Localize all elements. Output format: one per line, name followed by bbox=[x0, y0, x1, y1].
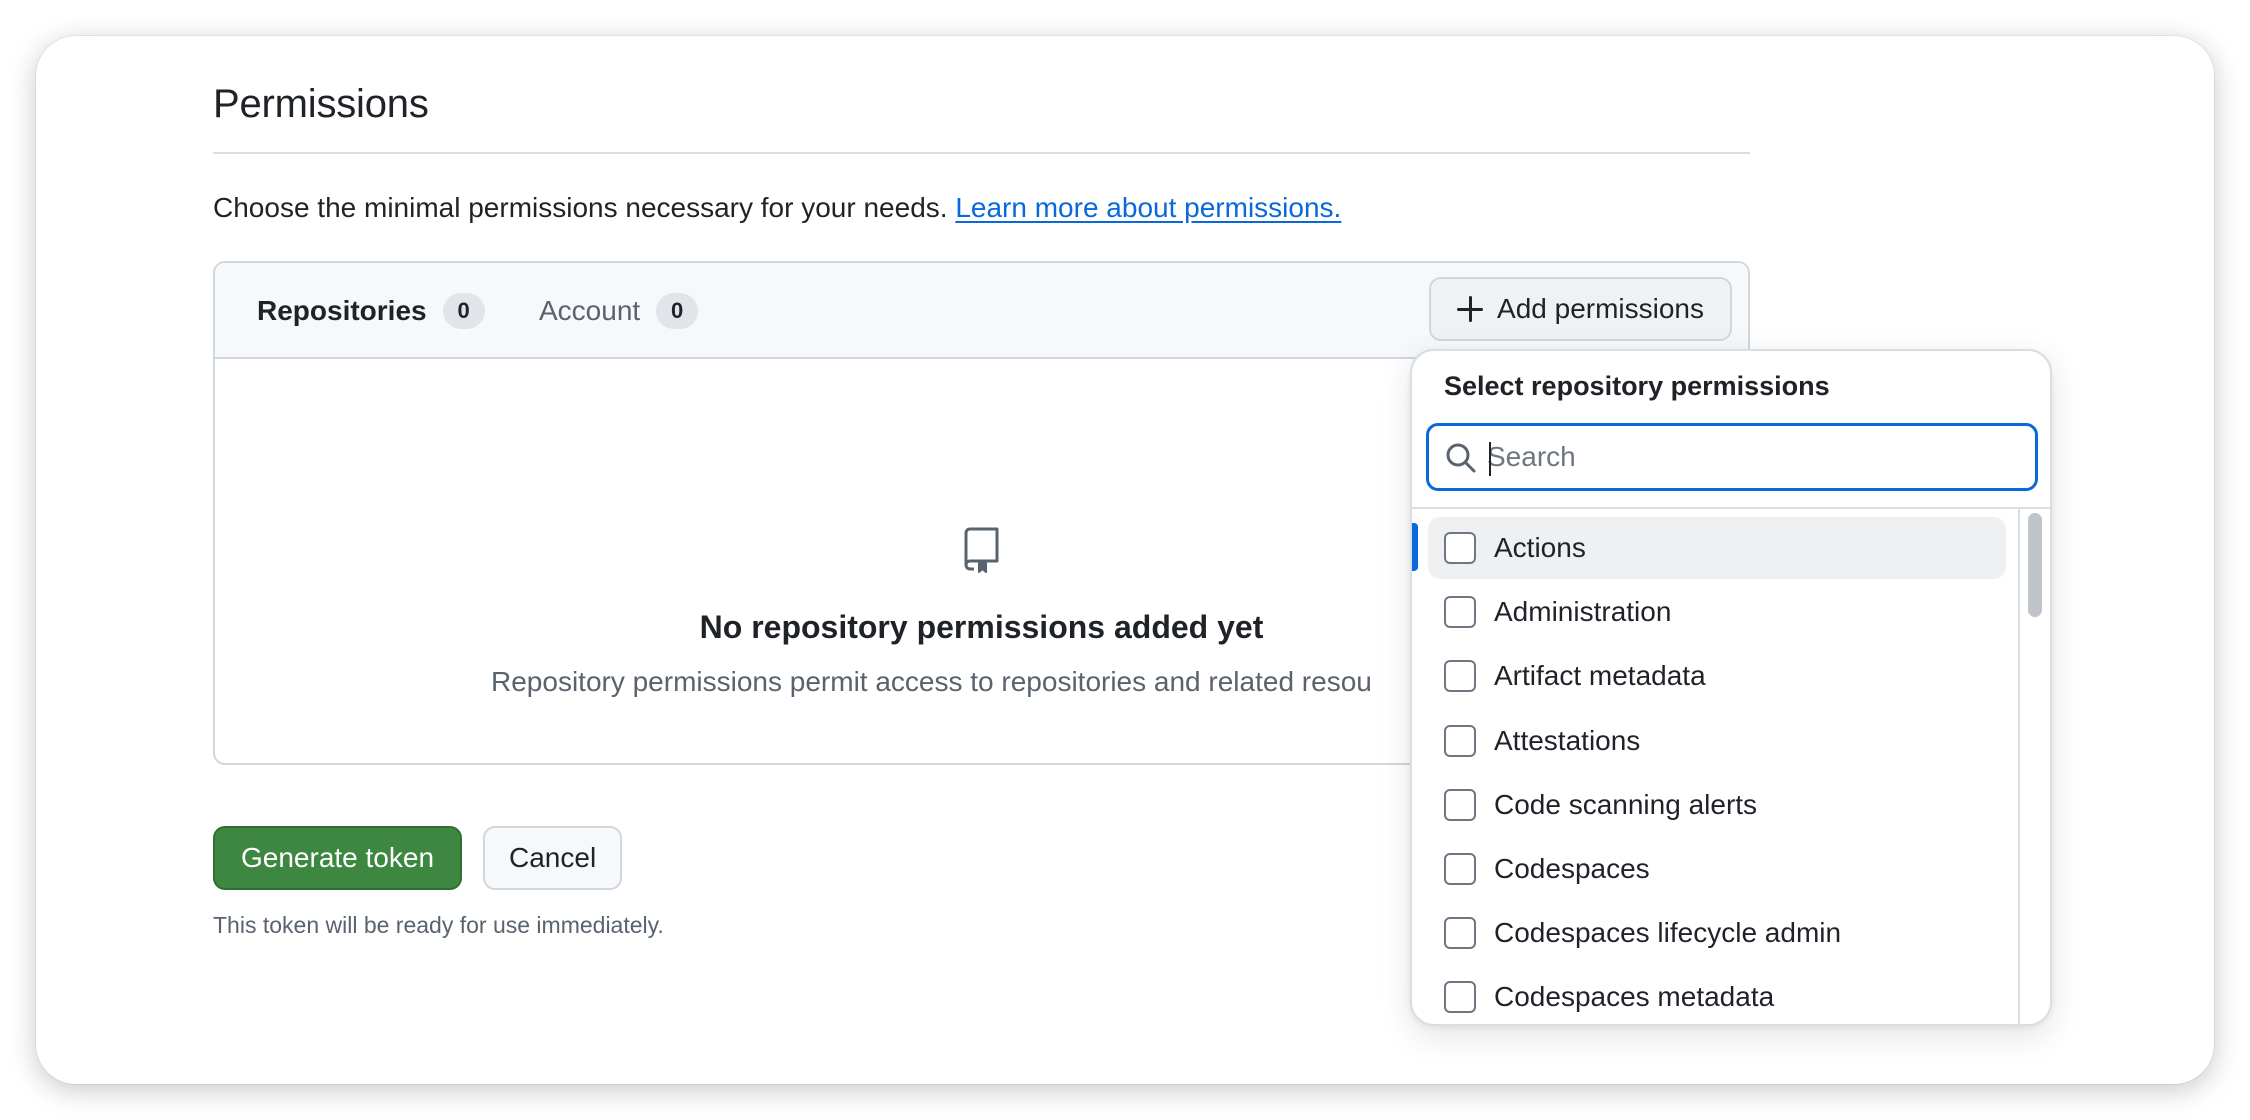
permission-option-label: Artifact metadata bbox=[1494, 660, 1706, 692]
permission-option[interactable]: Attestations bbox=[1428, 710, 2006, 772]
cancel-button[interactable]: Cancel bbox=[483, 826, 623, 890]
repo-icon bbox=[964, 527, 999, 573]
checkbox[interactable] bbox=[1444, 981, 1476, 1014]
permission-option[interactable]: Code scanning alerts bbox=[1428, 774, 2006, 836]
plus-icon bbox=[1457, 296, 1484, 322]
section-title: Permissions bbox=[213, 82, 429, 126]
checkbox[interactable] bbox=[1444, 788, 1476, 821]
checkbox[interactable] bbox=[1444, 660, 1476, 693]
repository-permissions-dropdown: Select repository permissions Actions Adm… bbox=[1410, 349, 2052, 1026]
permission-option-label: Codespaces bbox=[1494, 853, 1650, 884]
token-hint: This token will be ready for use immedia… bbox=[213, 912, 664, 938]
tab-repositories[interactable]: Repositories 0 bbox=[257, 263, 485, 359]
dropdown-title: Select repository permissions bbox=[1444, 371, 1830, 401]
add-permissions-button[interactable]: Add permissions bbox=[1429, 277, 1732, 341]
search-icon bbox=[1446, 443, 1476, 473]
generate-token-button[interactable]: Generate token bbox=[213, 826, 463, 890]
tab-account[interactable]: Account 0 bbox=[539, 263, 699, 359]
permission-option-label: Administration bbox=[1494, 596, 1672, 628]
tab-repositories-label: Repositories bbox=[257, 295, 427, 326]
permissions-tabs: Repositories 0 Account 0 Add permissions bbox=[215, 263, 1748, 359]
checkbox[interactable] bbox=[1444, 853, 1476, 885]
learn-more-link[interactable]: Learn more about permissions. bbox=[955, 192, 1341, 223]
app-window: Permissions Choose the minimal permissio… bbox=[36, 36, 2214, 1084]
search-field[interactable] bbox=[1426, 423, 2038, 491]
checkbox[interactable] bbox=[1444, 917, 1476, 950]
add-permissions-label: Add permissions bbox=[1497, 293, 1704, 324]
empty-state-description: Repository permissions permit access to … bbox=[491, 666, 1372, 697]
tab-account-label: Account bbox=[539, 295, 641, 326]
section-divider bbox=[213, 152, 1750, 154]
account-counter: 0 bbox=[656, 293, 699, 329]
checkbox[interactable] bbox=[1444, 532, 1476, 564]
description-text: Choose the minimal permissions necessary… bbox=[213, 192, 948, 223]
permission-option-label: Codespaces lifecycle admin bbox=[1494, 917, 1842, 949]
permission-option-label: Actions bbox=[1494, 532, 1586, 563]
permission-option[interactable]: Administration bbox=[1428, 581, 2006, 643]
search-input[interactable] bbox=[1487, 434, 2017, 480]
section-description: Choose the minimal permissions necessary… bbox=[213, 192, 1341, 224]
permission-option[interactable]: Codespaces bbox=[1428, 838, 2006, 900]
permission-option-label: Code scanning alerts bbox=[1494, 788, 1758, 820]
checkbox[interactable] bbox=[1444, 724, 1476, 757]
permission-option[interactable]: Codespaces metadata bbox=[1428, 966, 2006, 1024]
permission-option[interactable]: Artifact metadata bbox=[1428, 645, 2006, 707]
permission-option-label: Attestations bbox=[1494, 724, 1641, 756]
permissions-list: Actions Administration Artifact metadata At… bbox=[1412, 509, 2022, 1024]
scrollbar[interactable] bbox=[2018, 509, 2050, 1024]
text-caret bbox=[1489, 442, 1491, 476]
checkbox[interactable] bbox=[1444, 596, 1476, 629]
repositories-counter: 0 bbox=[442, 293, 485, 329]
permission-option[interactable]: Codespaces lifecycle admin bbox=[1428, 902, 2006, 964]
active-item-marker bbox=[1412, 523, 1418, 571]
permission-option-label: Codespaces metadata bbox=[1494, 981, 1775, 1013]
scrollbar-thumb[interactable] bbox=[2028, 513, 2042, 617]
permission-option[interactable]: Actions bbox=[1428, 517, 2006, 579]
